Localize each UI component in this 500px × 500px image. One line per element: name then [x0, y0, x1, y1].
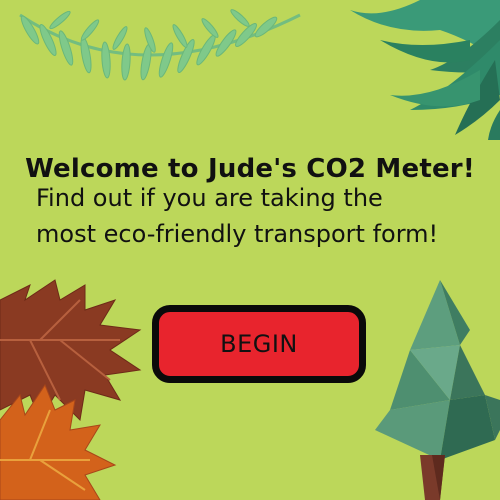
- subtitle-line-1: Find out if you are taking the: [36, 184, 383, 212]
- page-subtitle: Find out if you are taking the most eco-…: [36, 180, 496, 252]
- welcome-screen: Welcome to Jude's CO2 Meter! Find out if…: [0, 0, 500, 500]
- subtitle-line-2: most eco-friendly transport form!: [36, 220, 439, 248]
- begin-button[interactable]: BEGIN: [152, 305, 366, 383]
